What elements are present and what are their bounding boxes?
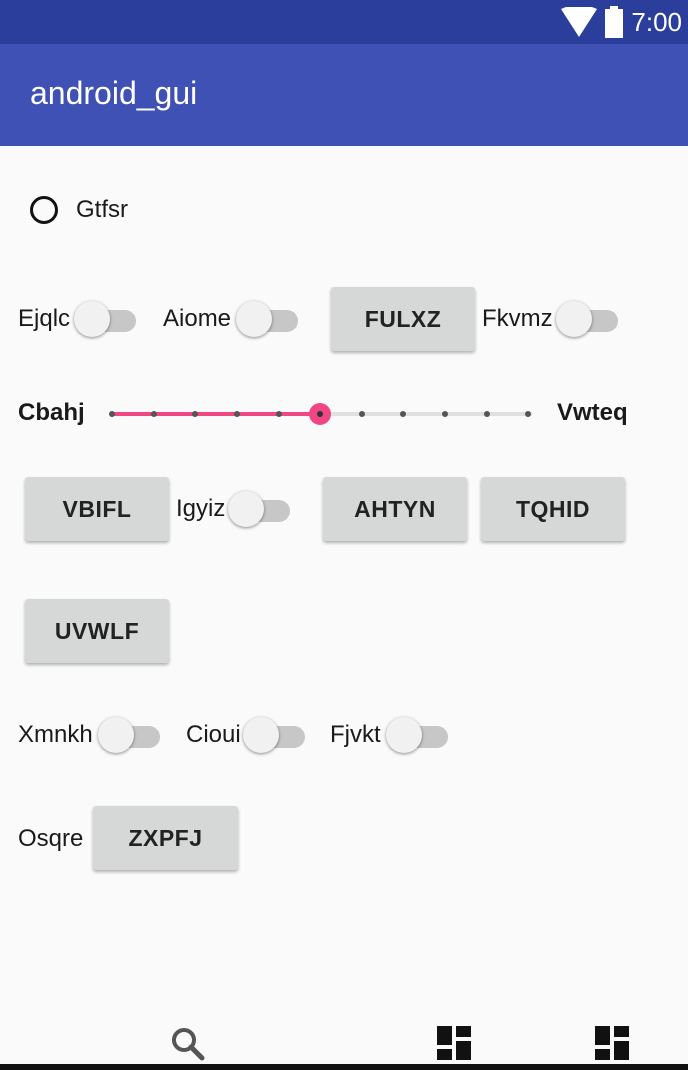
button-tqhid[interactable]: TQHID [481,477,625,541]
search-icon[interactable] [170,1026,206,1062]
switch-fjvkt[interactable] [386,716,448,754]
slider-tick [234,411,240,417]
clock: 7:00 [631,6,682,37]
slider-fill [112,412,320,416]
nav-bar-edge [0,1064,688,1070]
status-icons: 7:00 [561,0,682,44]
switch-label-xmnkh: Xmnkh [18,721,93,748]
switch-thumb [98,717,134,753]
switch-thumb [228,491,264,527]
slider-right-label: Vwteq [557,399,628,426]
switch-thumb [236,301,272,337]
switch-cioui[interactable] [243,716,305,754]
slider-tick [484,411,490,417]
radio-button[interactable] [30,196,58,224]
dashboard-icon[interactable] [595,1026,629,1060]
slider-tick [276,411,282,417]
slider-tick [442,411,448,417]
switch-aiome[interactable] [236,300,298,338]
slider-tick [109,411,115,417]
switch-fkvmz[interactable] [556,300,618,338]
switch-label-fjvkt: Fjvkt [330,721,381,748]
button-ahtyn[interactable]: AHTYN [323,477,467,541]
switch-label-fkvmz: Fkvmz [482,305,553,332]
switch-thumb [243,717,279,753]
wifi-icon [561,7,598,37]
slider-tick [400,411,406,417]
slider-tick [359,411,365,417]
radio-label[interactable]: Gtfsr [76,195,128,225]
dashboard-icon[interactable] [437,1026,471,1060]
switch-thumb [74,301,110,337]
button-fulxz[interactable]: FULXZ [331,287,475,351]
slider-tick [525,411,531,417]
status-bar: 7:00 [0,0,688,44]
button-uvwlf[interactable]: UVWLF [25,599,169,663]
slider-thumb[interactable] [309,403,331,425]
battery-icon [605,6,624,38]
slider-tick [192,411,198,417]
switch-thumb [556,301,592,337]
switch-label-aiome: Aiome [163,305,232,332]
button-zxpfj[interactable]: ZXPFJ [93,806,238,870]
button-vbifl[interactable]: VBIFL [25,477,169,541]
bottom-nav [0,1000,688,1070]
app-title: android_gui [30,75,198,111]
label-osqre: Osqre [18,825,84,852]
switch-ejqlc[interactable] [74,300,136,338]
slider-left-label: Cbahj [18,399,85,426]
switch-xmnkh[interactable] [98,716,160,754]
discrete-slider[interactable] [104,396,536,432]
switch-label-ejqlc: Ejqlc [18,305,71,332]
app-bar: android_gui [0,44,688,146]
slider-tick [151,411,157,417]
switch-label-igyiz: Igyiz [176,495,226,522]
switch-igyiz[interactable] [228,490,290,528]
switch-label-cioui: Cioui [186,721,241,748]
switch-thumb [386,717,422,753]
